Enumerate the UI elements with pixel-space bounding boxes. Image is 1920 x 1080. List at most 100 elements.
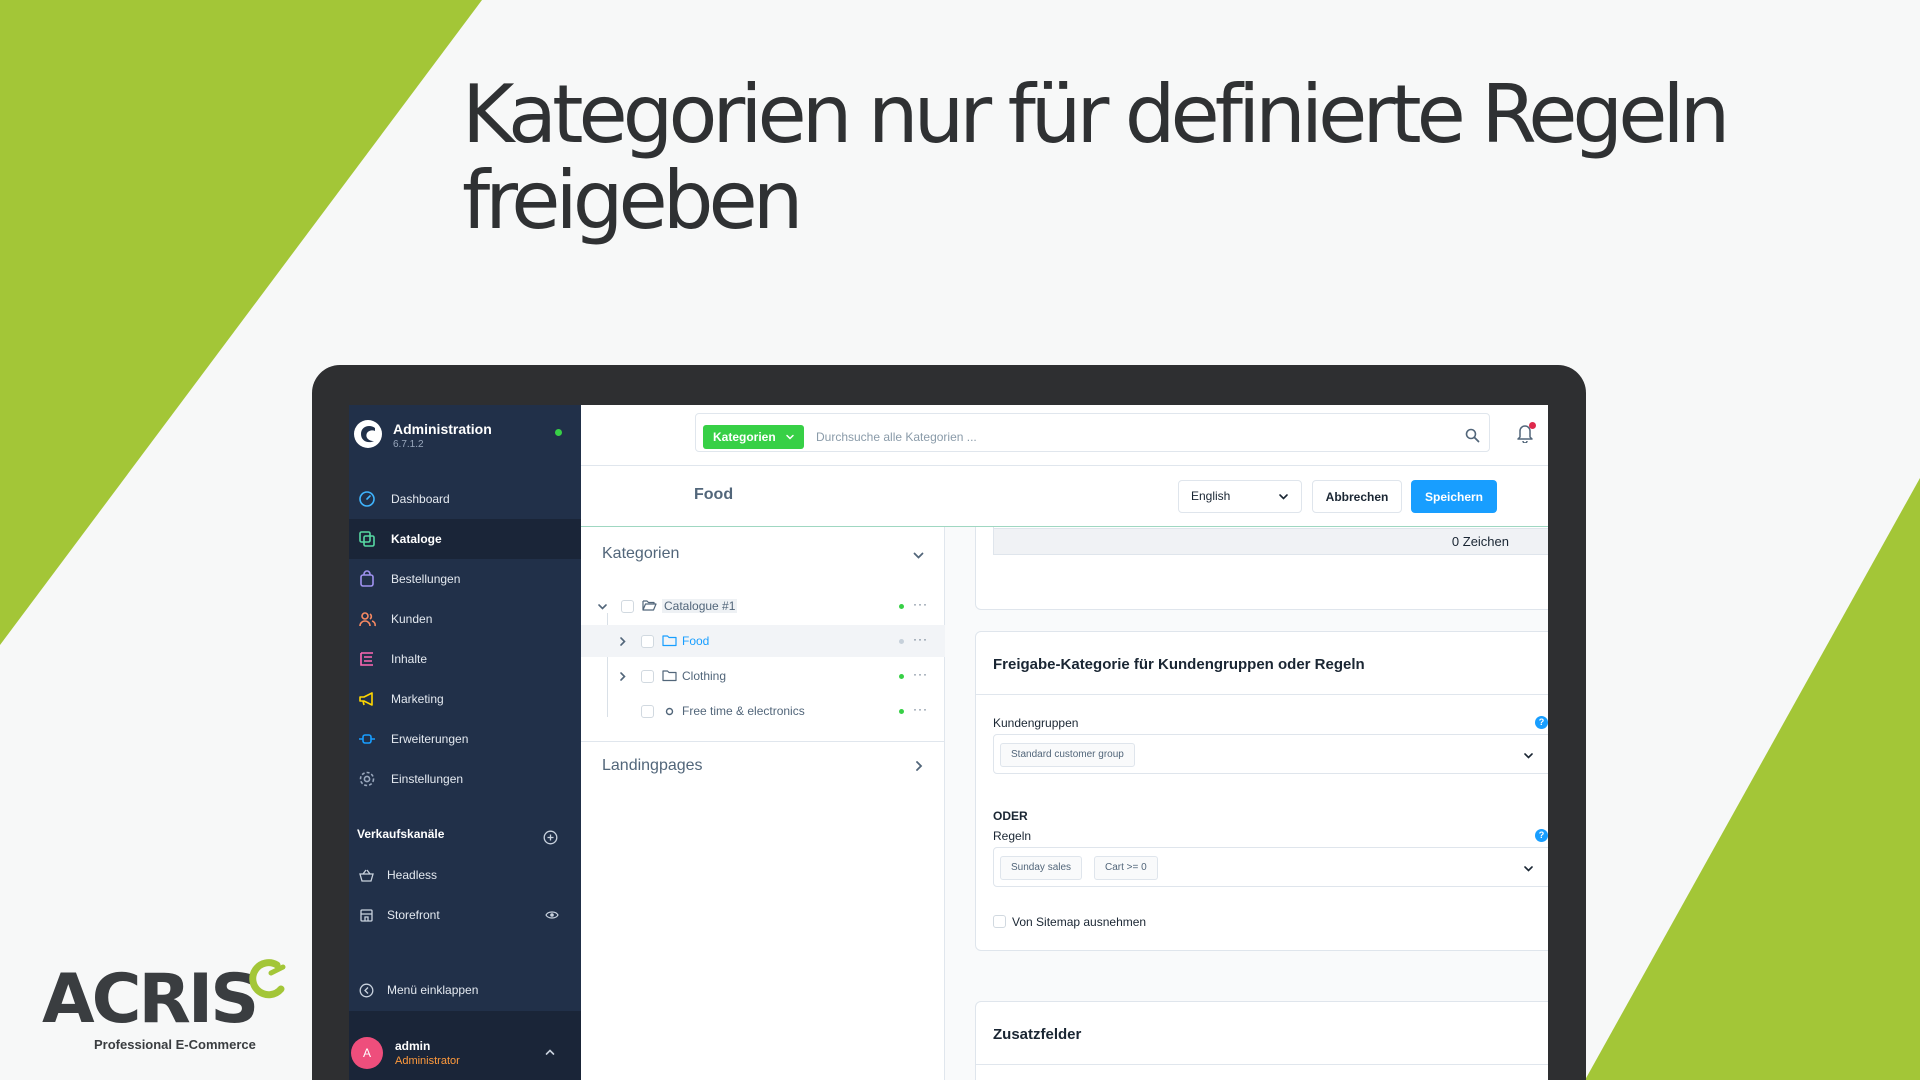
tree-item-checkbox[interactable] <box>621 600 634 613</box>
nav-item-kunden[interactable]: Kunden <box>349 599 581 639</box>
sales-channel-label: Storefront <box>387 908 440 922</box>
status-dot-inactive <box>899 639 904 644</box>
nav-item-kataloge[interactable]: Kataloge <box>349 519 581 559</box>
admin-screen: Administration 6.7.1.2 Dashboard Katalog… <box>349 405 1548 1080</box>
tree-item-checkbox[interactable] <box>641 670 654 683</box>
cancel-button[interactable]: Abbrechen <box>1312 480 1402 513</box>
main-nav: Dashboard Kataloge Bestellungen Kunden I… <box>349 479 581 799</box>
shopware-logo-icon <box>354 420 382 448</box>
logo-tagline: Professional E-Commerce <box>94 1037 256 1052</box>
selected-tag[interactable]: Cart >= 0 <box>1094 856 1158 880</box>
rules-select[interactable]: Sunday sales Cart >= 0 <box>993 847 1548 887</box>
nav-label: Bestellungen <box>391 572 461 586</box>
nav-item-marketing[interactable]: Marketing <box>349 679 581 719</box>
tree-item-label: Clothing <box>682 669 727 683</box>
chevron-down-icon[interactable] <box>912 549 925 562</box>
user-name: admin <box>395 1039 431 1053</box>
nav-label: Inhalte <box>391 652 428 666</box>
catalog-icon <box>357 529 377 549</box>
global-search: Kategorien <box>695 413 1490 452</box>
storefront-icon <box>357 906 375 924</box>
card-title: Zusatzfelder <box>993 1026 1082 1043</box>
tree-item-label: Catalogue #1 <box>662 599 738 613</box>
search-type-selector[interactable]: Kategorien <box>703 425 804 449</box>
logo-wordmark: ACRIS <box>42 960 259 1039</box>
landingpages-heading[interactable]: Landingpages <box>602 757 703 775</box>
chevron-down-icon[interactable] <box>1523 750 1534 761</box>
status-dot-active <box>899 674 904 679</box>
tree-item-food[interactable]: Food ··· <box>581 625 945 657</box>
nav-item-erweiterungen[interactable]: Erweiterungen <box>349 719 581 759</box>
megaphone-icon <box>357 689 377 709</box>
seo-card: 0 Zeichen <box>975 527 1548 610</box>
chevron-down-icon <box>785 434 794 440</box>
chevron-right-icon[interactable] <box>913 760 925 772</box>
language-value: English <box>1191 489 1231 503</box>
eye-icon[interactable] <box>545 908 559 922</box>
content-icon <box>357 649 377 669</box>
selected-tag[interactable]: Sunday sales <box>1000 856 1083 880</box>
folder-open-icon <box>642 600 657 611</box>
tree-item-catalogue-1[interactable]: Catalogue #1 ··· <box>581 590 945 622</box>
more-actions-icon[interactable]: ··· <box>913 632 928 646</box>
chevron-right-icon[interactable] <box>617 636 628 647</box>
detail-content: 0 Zeichen Freigabe-Kategorie für Kundeng… <box>945 527 1548 1080</box>
nav-item-einstellungen[interactable]: Einstellungen <box>349 759 581 799</box>
more-actions-icon[interactable]: ··· <box>913 667 928 681</box>
tree-item-checkbox[interactable] <box>641 635 654 648</box>
folder-icon <box>662 670 677 682</box>
sales-channel-list: Headless Storefront <box>349 855 581 935</box>
character-counter: 0 Zeichen <box>993 528 1548 555</box>
language-switch[interactable]: English <box>1178 480 1302 513</box>
tree-item-free-time-electronics[interactable]: Free time & electronics ··· <box>581 695 945 727</box>
brand[interactable]: Administration 6.7.1.2 <box>353 419 581 459</box>
avatar: A <box>351 1037 383 1069</box>
app-version: 6.7.1.2 <box>393 439 424 450</box>
sitemap-checkbox[interactable] <box>993 915 1006 928</box>
chevron-up-icon[interactable] <box>544 1046 556 1058</box>
nav-item-bestellungen[interactable]: Bestellungen <box>349 559 581 599</box>
save-button[interactable]: Speichern <box>1411 480 1497 513</box>
sales-channel-label: Headless <box>387 868 438 882</box>
page-title: Food <box>694 486 734 503</box>
headline-line-1: Kategorien nur für definierte Regeln <box>462 68 1730 161</box>
more-actions-icon[interactable]: ··· <box>913 702 928 716</box>
more-actions-icon[interactable]: ··· <box>913 597 928 611</box>
visibility-card: Freigabe-Kategorie für Kundengruppen ode… <box>975 631 1548 951</box>
user-menu[interactable]: A admin Administrator <box>349 1011 581 1080</box>
smart-bar: Food English Abbrechen Speichern <box>581 466 1548 527</box>
sales-channel-headless[interactable]: Headless <box>349 855 581 895</box>
sales-channel-storefront[interactable]: Storefront <box>349 895 581 935</box>
selected-tag[interactable]: Standard customer group <box>1000 743 1135 767</box>
chevron-down-icon[interactable] <box>1523 863 1534 874</box>
customer-groups-select[interactable]: Standard customer group <box>993 734 1548 774</box>
acris-logo: ACRIS Professional E-Commerce <box>42 959 302 1055</box>
nav-label: Marketing <box>391 692 444 706</box>
tree-item-clothing[interactable]: Clothing ··· <box>581 660 945 692</box>
or-label: ODER <box>993 809 1028 823</box>
tree-heading[interactable]: Kategorien <box>602 545 679 563</box>
collapse-icon <box>357 981 375 999</box>
tree-item-checkbox[interactable] <box>641 705 654 718</box>
leaf-circle-icon <box>665 707 674 716</box>
nav-item-dashboard[interactable]: Dashboard <box>349 479 581 519</box>
sales-channels-heading: Verkaufskanäle <box>357 827 445 841</box>
help-icon[interactable]: ? <box>1535 829 1548 842</box>
headline-line-2: freigeben <box>462 154 803 247</box>
nav-label: Kataloge <box>391 532 442 546</box>
collapse-menu-button[interactable]: Menü einklappen <box>357 975 478 1005</box>
divider <box>976 1064 1548 1065</box>
chevron-down-icon[interactable] <box>597 601 608 612</box>
user-role: Administrator <box>395 1055 460 1067</box>
chevron-right-icon[interactable] <box>617 671 628 682</box>
customer-groups-label: Kundengruppen <box>993 716 1079 730</box>
divider <box>581 741 945 742</box>
help-icon[interactable]: ? <box>1535 716 1548 729</box>
search-type-label: Kategorien <box>713 430 776 444</box>
users-icon <box>357 609 377 629</box>
nav-item-inhalte[interactable]: Inhalte <box>349 639 581 679</box>
add-sales-channel-icon[interactable] <box>543 830 558 845</box>
search-input[interactable] <box>816 425 1416 449</box>
divider <box>976 694 1548 695</box>
search-icon[interactable] <box>1465 428 1480 443</box>
